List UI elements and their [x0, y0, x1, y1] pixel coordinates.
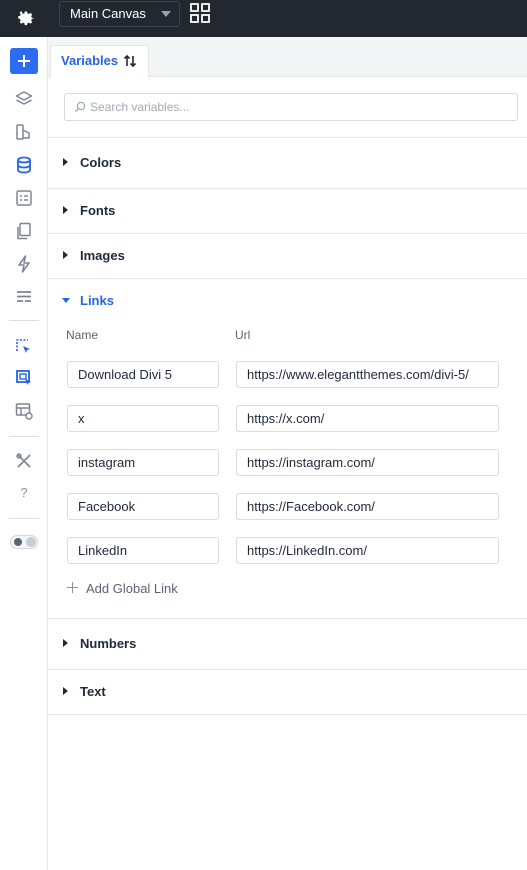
caret-right-icon [63, 158, 68, 166]
section-colors[interactable]: Colors [62, 153, 182, 173]
canvas-select-icon[interactable] [14, 337, 34, 357]
grid-view-icon[interactable] [190, 3, 210, 23]
tab-variables[interactable]: Variables [50, 45, 149, 78]
section-images[interactable]: Images [62, 246, 182, 266]
divider [48, 714, 527, 715]
section-text[interactable]: Text [62, 682, 182, 702]
divider [48, 669, 527, 670]
rail-divider [9, 320, 39, 321]
search-icon [75, 101, 86, 112]
divider [48, 233, 527, 234]
chevron-down-icon [161, 11, 171, 17]
link-name-field[interactable]: Facebook [67, 493, 219, 520]
canvas-manage-icon[interactable] [14, 368, 34, 388]
divider [48, 278, 527, 279]
add-icon[interactable] [10, 48, 38, 74]
section-fonts-label: Fonts [80, 203, 116, 218]
top-bar: Main Canvas [0, 0, 527, 37]
caret-right-icon [63, 206, 68, 214]
toggle-knob [26, 537, 36, 547]
tools-icon[interactable] [14, 451, 34, 471]
divider [48, 618, 527, 619]
form-icon[interactable] [14, 188, 34, 208]
preview-icon[interactable] [14, 401, 34, 421]
column-header-name: Name [66, 328, 99, 342]
caret-right-icon [63, 639, 68, 647]
help-icon[interactable]: ? [18, 485, 30, 501]
section-fonts[interactable]: Fonts [62, 201, 182, 221]
gear-icon[interactable] [14, 6, 36, 28]
canvas-select[interactable]: Main Canvas [59, 1, 180, 27]
sections-icon[interactable] [14, 287, 34, 307]
link-url-field[interactable]: https://Facebook.com/ [236, 493, 499, 520]
panel-tab-bar: Variables [48, 37, 527, 78]
left-sidebar: ? [0, 37, 48, 870]
link-name-field[interactable]: LinkedIn [67, 537, 219, 564]
divider [48, 188, 527, 189]
link-url-field[interactable]: https://x.com/ [236, 405, 499, 432]
divider [48, 137, 527, 138]
link-url-field[interactable]: https://LinkedIn.com/ [236, 537, 499, 564]
caret-down-icon [62, 298, 70, 303]
section-links[interactable]: Links [62, 291, 182, 311]
section-numbers[interactable]: Numbers [62, 634, 182, 654]
section-numbers-label: Numbers [80, 636, 137, 651]
plus-icon [67, 582, 78, 593]
layers-icon[interactable] [14, 89, 34, 109]
sort-icon[interactable] [123, 54, 137, 68]
link-name-field[interactable]: Download Divi 5 [67, 361, 219, 388]
pages-icon[interactable] [14, 221, 34, 241]
section-images-label: Images [80, 248, 125, 263]
add-global-link-label: Add Global Link [86, 581, 178, 596]
link-name-field[interactable]: instagram [67, 449, 219, 476]
database-icon[interactable] [14, 155, 34, 175]
search-field[interactable] [64, 93, 518, 121]
section-links-label: Links [80, 293, 114, 308]
link-url-field[interactable]: https://www.elegantthemes.com/divi-5/ [236, 361, 499, 388]
theme-builder-icon[interactable] [14, 122, 34, 142]
lightning-icon[interactable] [14, 254, 34, 274]
link-url-field[interactable]: https://instagram.com/ [236, 449, 499, 476]
rail-divider [9, 518, 39, 519]
link-name-field[interactable]: x [67, 405, 219, 432]
dark-mode-toggle[interactable] [10, 535, 38, 549]
canvas-select-value: Main Canvas [70, 6, 146, 21]
caret-right-icon [63, 251, 68, 259]
caret-right-icon [63, 687, 68, 695]
search-input[interactable] [90, 97, 510, 117]
section-colors-label: Colors [80, 155, 122, 170]
rail-divider [9, 436, 39, 437]
tab-variables-label: Variables [61, 53, 119, 68]
sun-icon [14, 538, 22, 546]
column-header-url: Url [235, 328, 251, 342]
add-global-link-button[interactable]: Add Global Link [67, 580, 217, 598]
section-text-label: Text [80, 684, 106, 699]
